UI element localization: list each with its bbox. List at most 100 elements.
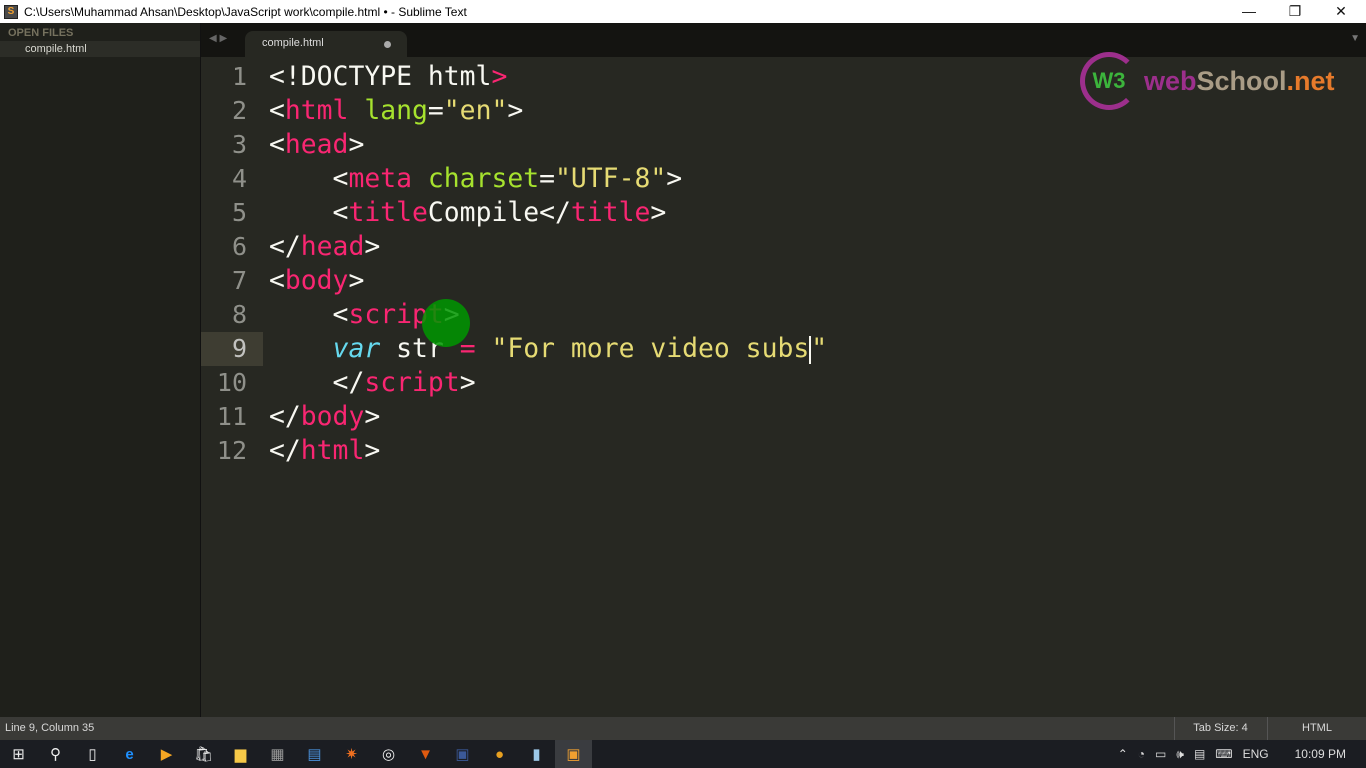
title-bar: S C:\Users\Muhammad Ahsan\Desktop\JavaSc… (0, 0, 1366, 23)
media-player-icon[interactable]: ▶ (148, 740, 185, 768)
logo-net: .net (1286, 65, 1335, 96)
chevron-up-icon[interactable]: ⌃ (1118, 747, 1128, 761)
code-token: "For more video subs (491, 333, 810, 364)
code-token: lang (348, 95, 428, 126)
code-token: " (811, 333, 828, 364)
code-token: script (364, 367, 460, 398)
code-token: meta (348, 163, 413, 194)
code-token: < (269, 95, 285, 126)
windows-start-icon[interactable]: ⊞ (0, 740, 37, 768)
code-token: > (507, 95, 524, 126)
code-line[interactable]: <titleCompile</title> (269, 196, 1349, 230)
code-line[interactable]: </head> (269, 230, 1349, 264)
code-token: html (300, 435, 365, 466)
logo-school: School (1196, 65, 1287, 96)
language-indicator[interactable]: ENG (1243, 747, 1269, 761)
sublime-app-icon: S (4, 4, 18, 19)
code-token: html (284, 95, 349, 126)
code-line[interactable]: <meta charset="UTF-8"> (269, 162, 1349, 196)
back-arrow-icon[interactable]: ◀ (209, 33, 217, 44)
code-token: > (348, 129, 365, 160)
tab-nav-arrows[interactable]: ◀ ▶ (209, 33, 227, 44)
code-token: > (459, 367, 476, 398)
w3webschool-logo: W3 webSchool.net (1080, 52, 1335, 110)
line-number: 2 (231, 96, 247, 125)
cursor-position: Line 9, Column 35 (5, 722, 95, 734)
code-token: < (269, 61, 285, 92)
code-token: > (491, 61, 508, 92)
code-token: "en" (443, 95, 508, 126)
edge-icon[interactable]: e (111, 740, 148, 768)
fox-app-icon[interactable]: ▼ (407, 740, 444, 768)
status-bar: Line 9, Column 35 Tab Size: 4 HTML (0, 717, 1366, 740)
tab-menu-chevron-icon[interactable]: ▼ (1350, 33, 1360, 44)
line-number: 8 (231, 300, 247, 329)
code-editor[interactable]: <!DOCTYPE html> <html lang="en"> <head> <m… (269, 60, 1349, 468)
camera-app-icon[interactable]: ◎ (370, 740, 407, 768)
code-line[interactable]: </body> (269, 400, 1349, 434)
sparkle-app-icon[interactable]: ✷ (333, 740, 370, 768)
syntax-selector[interactable]: HTML (1267, 717, 1366, 740)
battery-icon[interactable]: ▭ (1155, 747, 1166, 761)
code-token: = (427, 95, 444, 126)
code-token: </ (269, 367, 365, 398)
code-token: "UTF-8" (555, 163, 667, 194)
file-explorer-icon[interactable]: ▆ (222, 740, 259, 768)
code-token: > (650, 197, 667, 228)
code-line[interactable]: <head> (269, 128, 1349, 162)
line-number: 1 (231, 62, 247, 91)
news-icon[interactable]: ▤ (296, 740, 333, 768)
line-number-gutter: 1 2 3 4 5 6 7 8 9 10 11 12 (201, 60, 263, 468)
task-view-icon[interactable]: ▯ (74, 740, 111, 768)
code-token: body (300, 401, 365, 432)
code-line[interactable]: </script> (269, 366, 1349, 400)
code-token: !DOCTYPE html (284, 61, 492, 92)
wifi-icon[interactable]: ◔ (1138, 747, 1145, 761)
code-token: < (269, 265, 285, 296)
code-token: > (666, 163, 683, 194)
code-token: title (570, 197, 651, 228)
logo-web: web (1144, 65, 1197, 96)
notepad-icon[interactable]: ▮ (518, 740, 555, 768)
code-line[interactable]: </html> (269, 434, 1349, 468)
search-icon[interactable]: ⚲ (37, 740, 74, 768)
notifications-icon[interactable]: ▤ (1194, 747, 1205, 761)
chrome-icon[interactable]: ● (481, 740, 518, 768)
open-files-header: OPEN FILES (8, 27, 74, 39)
code-token: charset (412, 163, 540, 194)
code-token: </ (269, 401, 301, 432)
close-button[interactable]: ✕ (1318, 0, 1364, 23)
store-icon[interactable]: 🛍 (185, 740, 222, 768)
tab-label: compile.html (262, 37, 324, 49)
maximize-button[interactable]: ❐ (1272, 0, 1318, 23)
system-tray: ⌃ ◔ ▭ 🕪 ▤ ⌨ ENG 10:09 PM (1118, 740, 1366, 768)
line-number: 6 (231, 232, 247, 261)
code-token: Compile</ (427, 197, 571, 228)
calculator-icon[interactable]: ▦ (259, 740, 296, 768)
code-token: > (364, 435, 381, 466)
keyboard-icon[interactable]: ⌨ (1215, 747, 1232, 761)
sidebar-file-compile-html[interactable]: compile.html (0, 41, 200, 57)
window-title: C:\Users\Muhammad Ahsan\Desktop\JavaScri… (24, 4, 467, 19)
modified-dot-icon[interactable] (384, 41, 391, 48)
clock[interactable]: 10:09 PM (1295, 747, 1346, 761)
code-token: > (364, 231, 381, 262)
forward-arrow-icon[interactable]: ▶ (219, 33, 227, 44)
minimize-button[interactable]: — (1226, 0, 1272, 23)
code-token: = (539, 163, 556, 194)
tab-size-selector[interactable]: Tab Size: 4 (1174, 717, 1266, 740)
code-token: </ (269, 231, 301, 262)
tab-compile-html[interactable]: compile.html (245, 31, 407, 57)
mouse-click-highlight (422, 299, 470, 347)
code-token: head (284, 129, 349, 160)
sublime-text-icon[interactable]: ▣ (555, 740, 592, 768)
line-number: 7 (231, 266, 247, 295)
volume-icon[interactable]: 🕪 (1176, 747, 1184, 762)
facebook-icon[interactable]: ▣ (444, 740, 481, 768)
code-token: body (284, 265, 349, 296)
sidebar: OPEN FILES compile.html (0, 23, 201, 717)
code-line[interactable]: <body> (269, 264, 1349, 298)
line-number: 4 (231, 164, 247, 193)
